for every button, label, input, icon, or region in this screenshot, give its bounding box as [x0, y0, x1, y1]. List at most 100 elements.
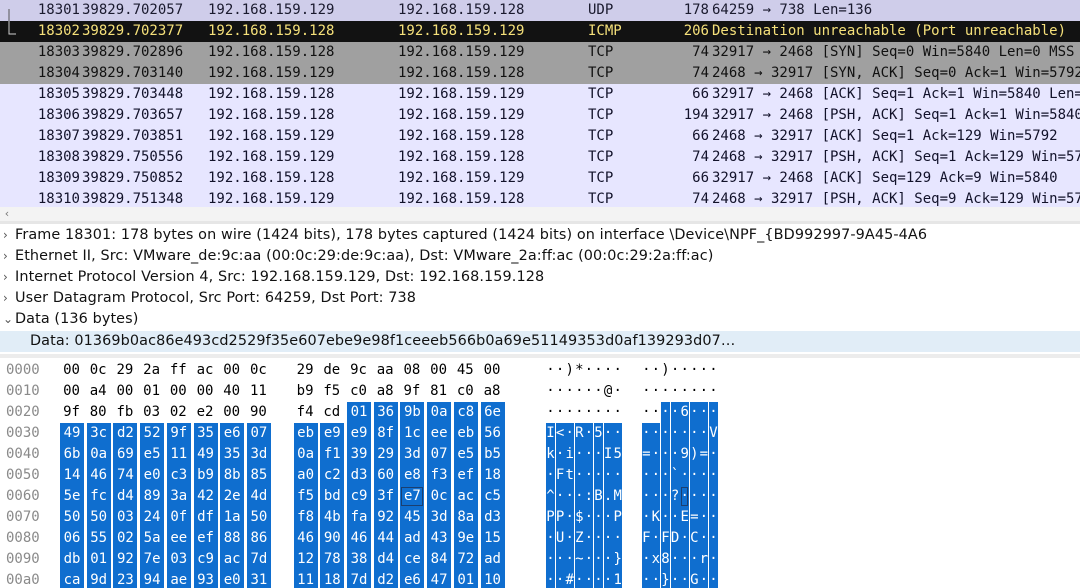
ascii-char[interactable]: P	[546, 507, 555, 528]
ascii-char[interactable]: ·	[709, 402, 718, 423]
ascii-char[interactable]: ·	[603, 465, 613, 486]
hex-byte[interactable]: 7e	[140, 549, 165, 570]
ascii-char[interactable]: ·	[604, 360, 613, 381]
ascii-char[interactable]: ·	[642, 402, 651, 423]
hex-byte[interactable]: 03	[113, 507, 138, 528]
hex-byte[interactable]: e0	[220, 570, 245, 588]
packet-list-horizontal-scrollbar[interactable]: ‹	[0, 207, 1080, 221]
hex-byte[interactable]: 9c	[349, 360, 368, 381]
hex-byte[interactable]: 1c	[400, 423, 425, 444]
hex-byte[interactable]: d2	[373, 570, 398, 588]
packet-list[interactable]: 18301 39829.702057 192.168.159.129 192.168.…	[0, 0, 1080, 207]
ascii-char[interactable]: ·	[603, 528, 613, 549]
hex-byte[interactable]: 02	[113, 528, 138, 549]
packet-row[interactable]: 18308 39829.750556 192.168.159.129 192.168.…	[0, 147, 1080, 168]
hex-byte[interactable]: cd	[322, 402, 341, 423]
ascii-char[interactable]: ·	[651, 528, 661, 549]
bytes-row[interactable]: 0020 9f 80 fb 03 02 e2 00 90 f4 cd 01 36 9b 0a c8 6e · · · ·…	[0, 402, 1080, 423]
ascii-char[interactable]: ·	[555, 444, 565, 465]
hex-byte[interactable]: 07	[246, 423, 271, 444]
bytes-row[interactable]: 0000 00 0c 29 2a ff ac 00 0c 29 de 9c aa 08 00 45 00 · ·) *…	[0, 360, 1080, 381]
hex-byte[interactable]: 11	[249, 381, 268, 402]
hex-byte[interactable]: aa	[376, 360, 395, 381]
ascii-char[interactable]: ·	[584, 465, 594, 486]
ascii-char[interactable]: ·	[699, 402, 709, 423]
hex-byte[interactable]: d3	[347, 465, 371, 486]
hex-byte[interactable]: e0	[140, 465, 165, 486]
hex-byte[interactable]: 15	[480, 528, 505, 549]
hex-byte[interactable]: 7d	[246, 549, 271, 570]
hex-byte[interactable]: e6	[400, 570, 425, 588]
hex-byte[interactable]: 29	[296, 360, 315, 381]
ascii-char[interactable]: ·	[651, 381, 660, 402]
hex-byte[interactable]: 23	[113, 570, 138, 588]
ascii-char[interactable]: ·	[709, 528, 718, 549]
hex-byte[interactable]: fb	[115, 402, 134, 423]
ascii-char[interactable]: ·	[565, 486, 575, 507]
hex-byte[interactable]: 86	[246, 528, 271, 549]
hex-byte[interactable]: b9	[296, 381, 315, 402]
ascii-char[interactable]: )	[689, 444, 699, 465]
ascii-char[interactable]: ·	[565, 402, 574, 423]
ascii-char[interactable]: ·	[565, 507, 575, 528]
hex-byte[interactable]: 49	[60, 423, 84, 444]
hex-byte[interactable]: e9	[320, 423, 345, 444]
ascii-char[interactable]: ·	[671, 360, 680, 381]
detail-row-udp[interactable]: › User Datagram Protocol, Src Port: 6425…	[0, 288, 1080, 309]
hex-byte[interactable]: 3a	[166, 486, 191, 507]
hex-byte[interactable]: 78	[320, 549, 345, 570]
ascii-char[interactable]: 6	[680, 402, 690, 423]
ascii-char[interactable]: ·	[594, 465, 603, 486]
scroll-left-icon[interactable]: ‹	[0, 207, 14, 221]
hex-byte[interactable]: 85	[246, 465, 271, 486]
hex-byte[interactable]: 29	[115, 360, 134, 381]
hex-byte[interactable]: 8b	[220, 465, 245, 486]
ascii-char[interactable]: ·	[594, 570, 603, 588]
ascii-char[interactable]: ·	[546, 402, 555, 423]
hex-byte[interactable]: a8	[376, 381, 395, 402]
ascii-char[interactable]: ^	[546, 486, 555, 507]
hex-byte[interactable]: 43	[427, 528, 452, 549]
ascii-char[interactable]: x	[651, 549, 661, 570]
ascii-char[interactable]: :	[584, 486, 594, 507]
hex-byte[interactable]: 35	[193, 423, 218, 444]
hex-byte[interactable]: 00	[222, 360, 241, 381]
hex-byte[interactable]: ac	[196, 360, 215, 381]
ascii-char[interactable]: 5	[613, 444, 623, 465]
bytes-row[interactable]: 0050 14 46 74 e0 c3 b9 8b 85 a0 c2 d3 60 e8 f3 ef 18 · Ft ·…	[0, 465, 1080, 486]
bytes-row[interactable]: 0030 49 3c d2 52 9f 35 e6 07 eb e9 e9 8f 1c ee eb 56 I < · R…	[0, 423, 1080, 444]
hex-byte[interactable]: 00	[115, 381, 134, 402]
ascii-char[interactable]: ·	[574, 465, 584, 486]
ascii-char[interactable]: ·	[556, 402, 565, 423]
bytes-row[interactable]: 00a0 ca 9d 23 94 ae 93 e0 31 11 18 7d d2 e6 47 01 10 · · # ·…	[0, 570, 1080, 588]
hex-byte[interactable]: 3d	[246, 444, 271, 465]
ascii-char[interactable]: C	[689, 528, 699, 549]
bytes-row[interactable]: 0090 db 01 92 7e 03 c9 ac 7d 12 78 38 d4 ce 84 72 ad · · · ~…	[0, 549, 1080, 570]
hex-byte[interactable]: ef	[453, 465, 478, 486]
hex-byte[interactable]: e8	[400, 465, 425, 486]
packet-row[interactable]: 18305 39829.703448 192.168.159.128 192.168.…	[0, 84, 1080, 105]
expand-arrow-icon[interactable]: ›	[3, 267, 13, 288]
detail-row-ethernet[interactable]: › Ethernet II, Src: VMware_de:9c:aa (00:…	[0, 246, 1080, 267]
ascii-char[interactable]: )	[661, 360, 670, 381]
hex-byte[interactable]: 46	[86, 465, 111, 486]
hex-byte[interactable]: 00	[169, 381, 188, 402]
hex-byte[interactable]: 45	[400, 507, 425, 528]
ascii-char[interactable]: ·	[699, 465, 709, 486]
packet-row[interactable]: 18304 39829.703140 192.168.159.129 192.168.…	[0, 63, 1080, 84]
hex-byte[interactable]: 44	[373, 528, 398, 549]
hex-byte[interactable]: 29	[373, 444, 398, 465]
hex-byte[interactable]: 52	[140, 423, 165, 444]
hex-byte[interactable]: ae	[166, 570, 191, 588]
hex-byte[interactable]: 12	[293, 549, 318, 570]
ascii-char[interactable]: ·	[565, 423, 575, 444]
hex-byte[interactable]: 90	[249, 402, 268, 423]
hex-byte[interactable]: 18	[480, 465, 505, 486]
ascii-char[interactable]: ·	[699, 486, 709, 507]
ascii-char[interactable]: ·	[670, 444, 680, 465]
hex-byte[interactable]: a0	[293, 465, 318, 486]
ascii-char[interactable]: ·	[594, 549, 603, 570]
expand-arrow-icon[interactable]: ›	[3, 225, 13, 246]
hex-byte[interactable]: ce	[400, 549, 425, 570]
detail-row-data-payload[interactable]: Data: 01369b0ac86e493cd2529f35e607ebe9e9…	[0, 331, 1080, 352]
